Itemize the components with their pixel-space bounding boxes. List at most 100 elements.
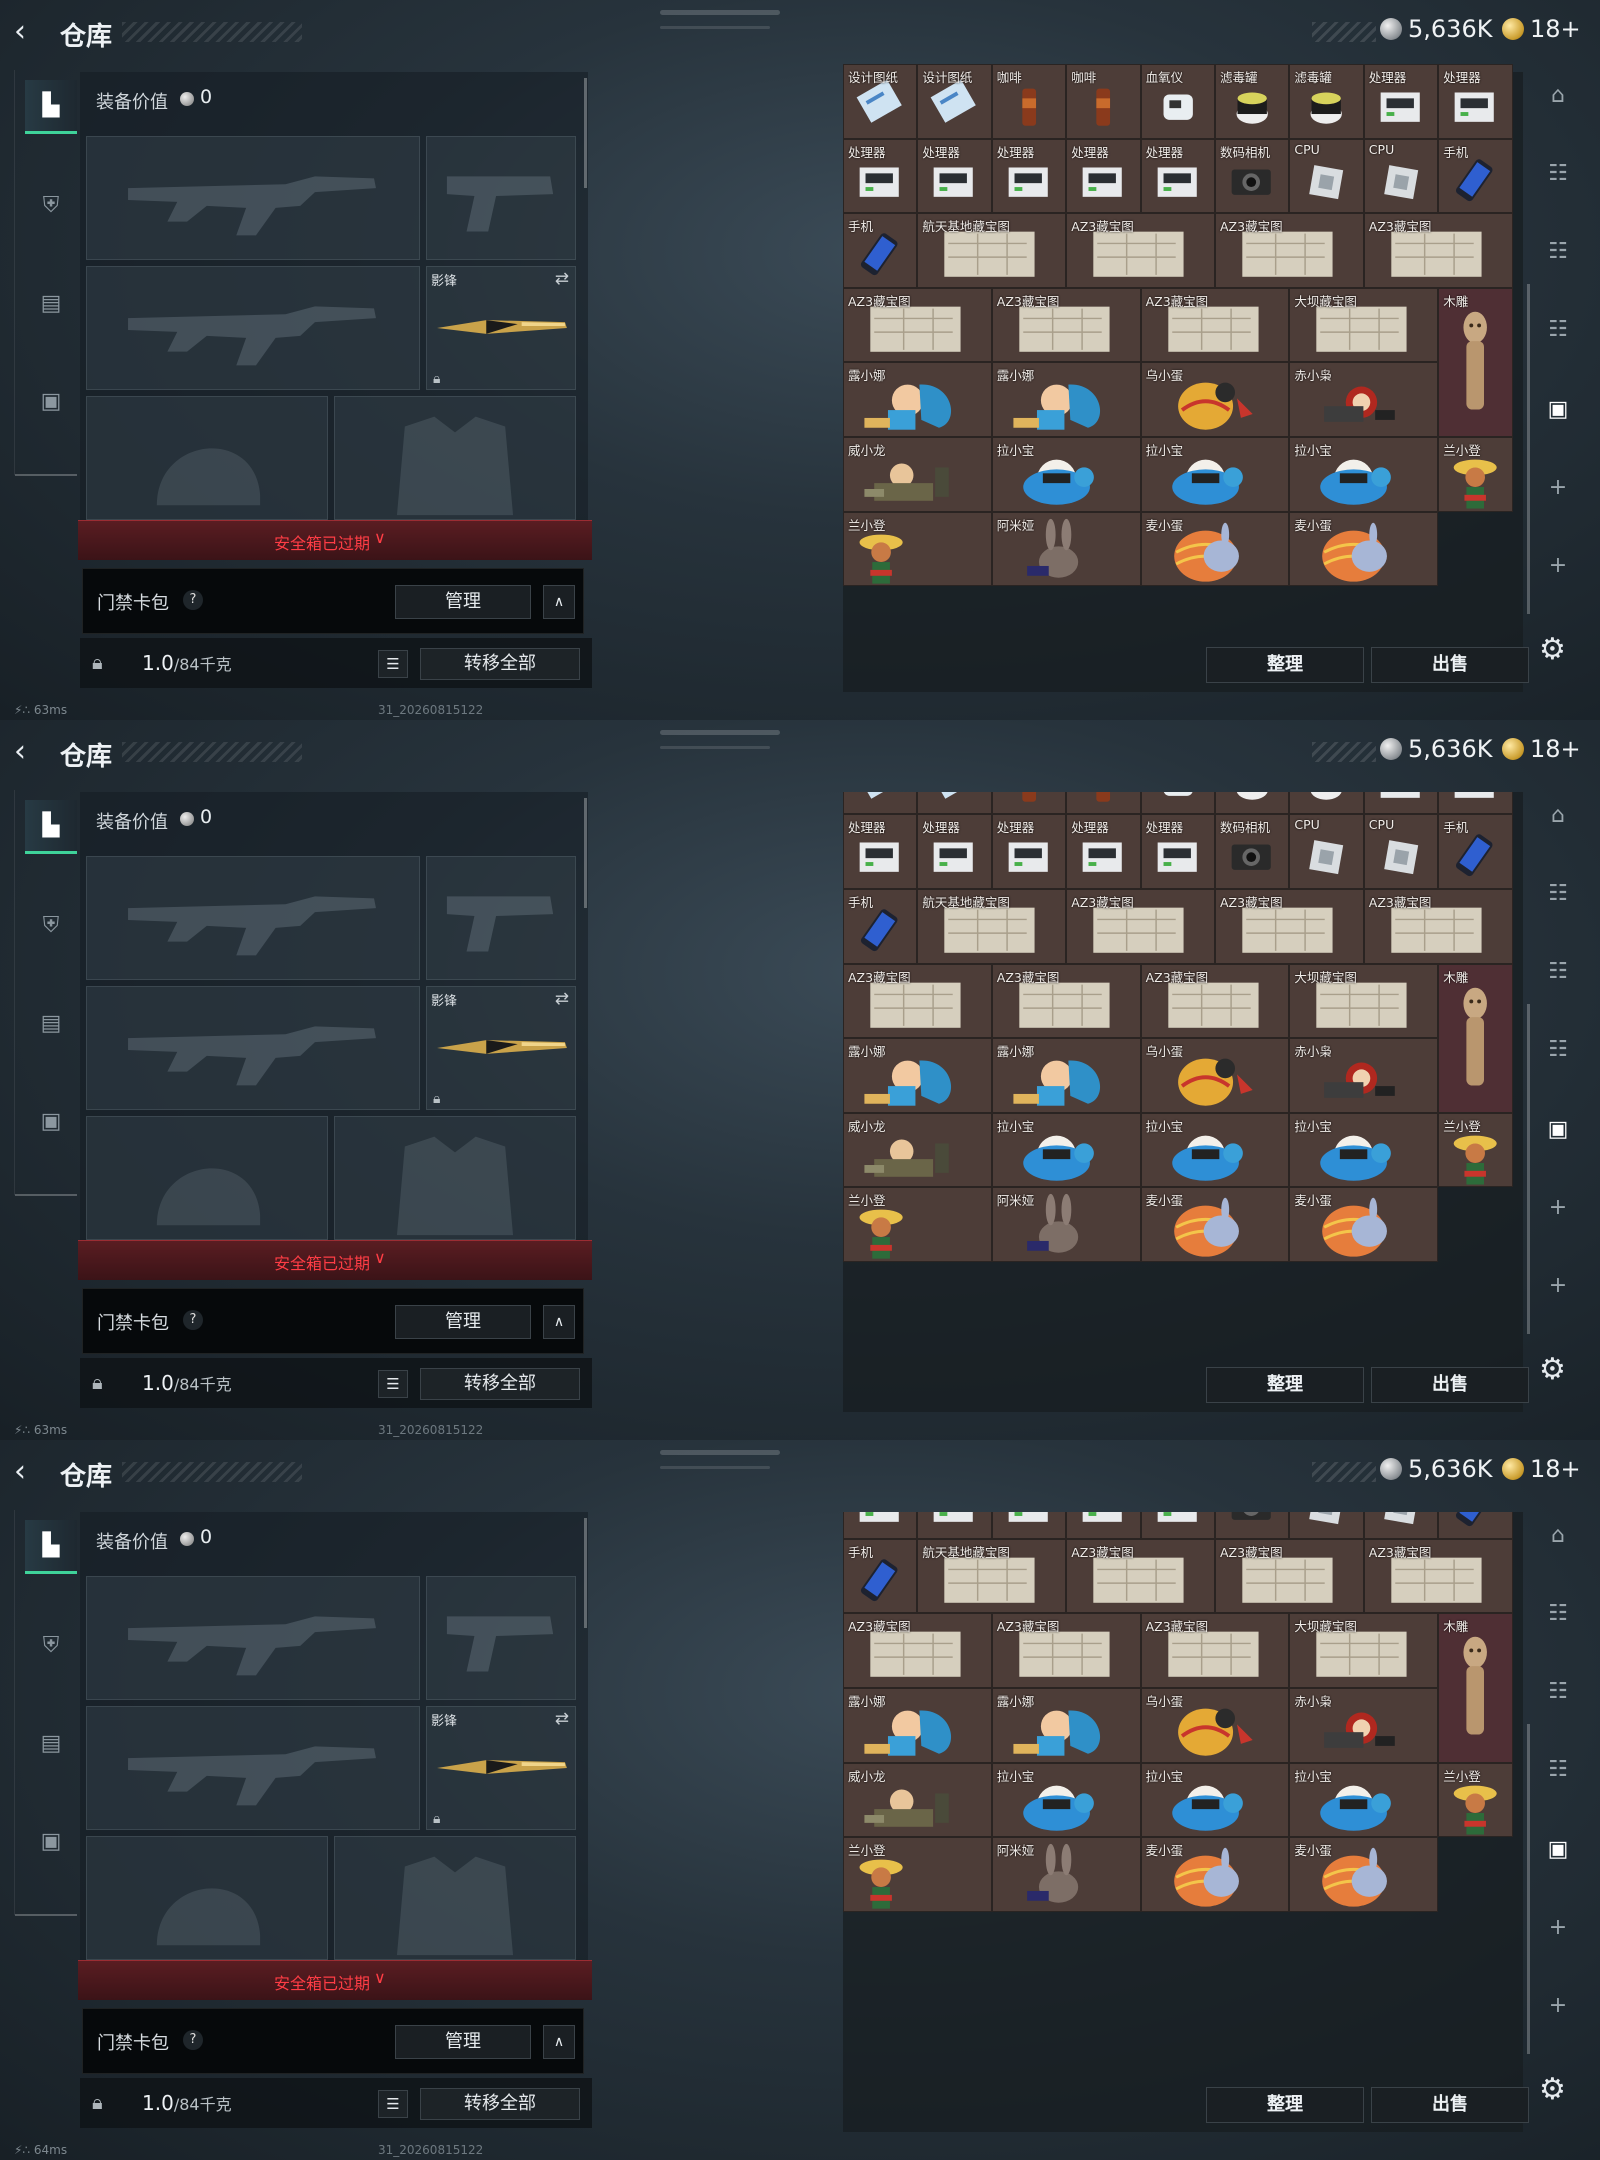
stash-item-camera[interactable]: 数码相机 [1215,138,1290,214]
help-icon[interactable]: ? [183,1310,203,1330]
stash-tab-home-icon[interactable]: ⌂ [1536,1516,1580,1556]
stash-item-doll[interactable]: 露小娜 [991,1688,1141,1763]
equipment-scrollbar[interactable] [584,78,587,188]
stash-item-mariachi[interactable]: 兰小登 [843,1837,992,1912]
stash-item-map[interactable]: AZ3藏宝图 [1066,213,1215,288]
chevron-up-icon[interactable]: ∧ [543,2025,575,2059]
stash-item-bird[interactable]: 赤小枭 [1289,1038,1439,1113]
helmet-slot[interactable] [86,1836,328,1960]
stash-item-blue-doll[interactable]: 拉小宝 [1289,1112,1439,1188]
stash-item-cpu[interactable]: CPU [1363,138,1439,214]
stash-item-blue-doll[interactable]: 拉小宝 [1289,1762,1439,1838]
stash-item-canister[interactable]: 滤毒罐 [1289,64,1364,139]
primary-weapon-slot[interactable] [86,1576,420,1700]
stash-item-carving[interactable]: 木雕 [1438,963,1513,1113]
armor-slot[interactable] [334,396,576,520]
stash-tab-active-icon[interactable]: ▣ [1536,390,1580,430]
stash-item-doll[interactable]: 露小娜 [991,1038,1141,1113]
stash-item-cpu[interactable]: CPU [1363,814,1439,889]
stash-item-easter-egg[interactable]: 麦小蛋 [1140,511,1290,587]
list-icon[interactable]: ☰ [378,1370,408,1398]
stash-item-processor[interactable]: 处理器 [991,1512,1067,1539]
list-icon[interactable]: ☰ [378,650,408,678]
stash-item-map[interactable]: AZ3藏宝图 [1066,888,1215,964]
stash-item-map[interactable]: AZ3藏宝图 [991,287,1141,363]
stash-item-bunny[interactable]: 阿米娅 [991,1837,1141,1912]
stash-item-processor[interactable]: 处理器 [991,138,1067,214]
stash-item-bunny[interactable]: 阿米娅 [991,1187,1141,1262]
safe-box-banner[interactable]: 安全箱已过期 ∨ [78,520,592,560]
stash-item-cpu[interactable]: CPU [1289,814,1364,889]
stash-tab-4-icon[interactable]: ☷ [1536,952,1580,992]
stash-item-doll[interactable]: 露小娜 [843,362,992,437]
stash-item-phone[interactable]: 手机 [843,1538,918,1614]
help-icon[interactable]: ? [183,2030,203,2050]
stash-item-map[interactable]: AZ3藏宝图 [1363,1538,1513,1614]
stash-tab-5-icon[interactable]: ☷ [1536,1750,1580,1790]
sort-button[interactable]: 整理 [1206,1367,1364,1403]
add-stash-icon[interactable]: + [1536,1908,1580,1948]
stash-item-processor[interactable]: 处理器 [843,1512,918,1539]
stash-item-processor[interactable]: 处理器 [917,814,992,889]
stash-item-mariachi[interactable]: 兰小登 [843,1187,992,1262]
sort-button[interactable]: 整理 [1206,2087,1364,2123]
stash-item-processor[interactable]: 处理器 [917,1512,992,1539]
stash-item-map[interactable]: AZ3藏宝图 [1363,213,1513,288]
gear-icon[interactable]: ⚙ [1539,632,1566,667]
stash-item-processor[interactable]: 处理器 [1363,792,1439,815]
pistol-slot[interactable] [426,1576,576,1700]
stash-item-mariachi[interactable]: 兰小登 [1438,437,1513,512]
stash-item-canister[interactable]: 滤毒罐 [1215,64,1290,139]
stash-item-map[interactable]: 航天基地藏宝图 [917,213,1067,288]
helmet-slot[interactable] [86,396,328,520]
manage-button[interactable]: 管理 [395,585,531,619]
stash-item-map[interactable]: AZ3藏宝图 [991,1613,1141,1689]
stash-item-blue-doll[interactable]: 拉小宝 [1140,1112,1290,1188]
help-icon[interactable]: ? [183,590,203,610]
sell-button[interactable]: 出售 [1371,647,1529,683]
stash-item-processor[interactable]: 处理器 [991,814,1067,889]
stash-item-canister[interactable]: 滤毒罐 [1289,792,1364,815]
stash-item-map[interactable]: AZ3藏宝图 [1140,963,1290,1039]
stash-item-coffee[interactable]: 咖啡 [991,64,1067,139]
stash-item-soldier[interactable]: 威小龙 [843,437,992,512]
stash-item-processor[interactable]: 处理器 [1438,792,1513,815]
stash-item-mariachi[interactable]: 兰小登 [1438,1112,1513,1188]
nav-briefcase-icon[interactable]: ▣ [25,1094,77,1148]
melee-slot[interactable]: 影锋 ⇄ 🔒︎ [426,266,576,390]
stash-item-doll[interactable]: 露小娜 [991,362,1141,437]
stash-item-camera[interactable]: 数码相机 [1215,1512,1290,1539]
nav-backpack-icon[interactable]: ▤ [25,1716,77,1770]
stash-item-map[interactable]: 大坝藏宝图 [1289,1613,1439,1689]
stash-item-easter-egg[interactable]: 麦小蛋 [1289,511,1439,587]
transfer-all-button[interactable]: 转移全部 [420,648,580,680]
stash-item-bird[interactable]: 赤小枭 [1289,362,1439,437]
stash-tab-5-icon[interactable]: ☷ [1536,1030,1580,1070]
nav-weapons-pistol-icon[interactable]: ▙ [25,1520,77,1574]
nav-weapons-pistol-icon[interactable]: ▙ [25,800,77,854]
gear-icon[interactable]: ⚙ [1539,2072,1566,2107]
stash-item-map[interactable]: AZ3藏宝图 [1066,1538,1215,1614]
stash-item-coffee[interactable]: 咖啡 [991,792,1067,815]
chevron-up-icon[interactable]: ∧ [543,585,575,619]
stash-item-processor[interactable]: 处理器 [843,814,918,889]
stash-item-oximeter[interactable]: 血氧仪 [1140,64,1215,139]
stash-item-map[interactable]: 航天基地藏宝图 [917,888,1067,964]
nav-armor-icon[interactable]: ⛨ [25,1618,77,1672]
stash-item-map[interactable]: AZ3藏宝图 [1215,213,1364,288]
stash-item-phone[interactable]: 手机 [843,213,918,288]
stash-item-carving[interactable]: 木雕 [1438,1613,1513,1763]
stash-item-processor[interactable]: 处理器 [1066,138,1141,214]
stash-item-map[interactable]: AZ3藏宝图 [843,1613,992,1689]
back-arrow-icon[interactable]: ‹ [14,735,48,769]
armor-slot[interactable] [334,1116,576,1240]
stash-tab-home-icon[interactable]: ⌂ [1536,796,1580,836]
primary-weapon-slot[interactable] [86,856,420,980]
melee-slot[interactable]: 影锋 ⇄ 🔒︎ [426,986,576,1110]
stash-item-processor[interactable]: 处理器 [1066,1512,1141,1539]
sell-button[interactable]: 出售 [1371,2087,1529,2123]
stash-item-map[interactable]: AZ3藏宝图 [991,963,1141,1039]
sell-button[interactable]: 出售 [1371,1367,1529,1403]
add-stash-icon[interactable]: + [1536,1986,1580,2026]
stash-item-egg[interactable]: 乌小蛋 [1140,362,1290,437]
